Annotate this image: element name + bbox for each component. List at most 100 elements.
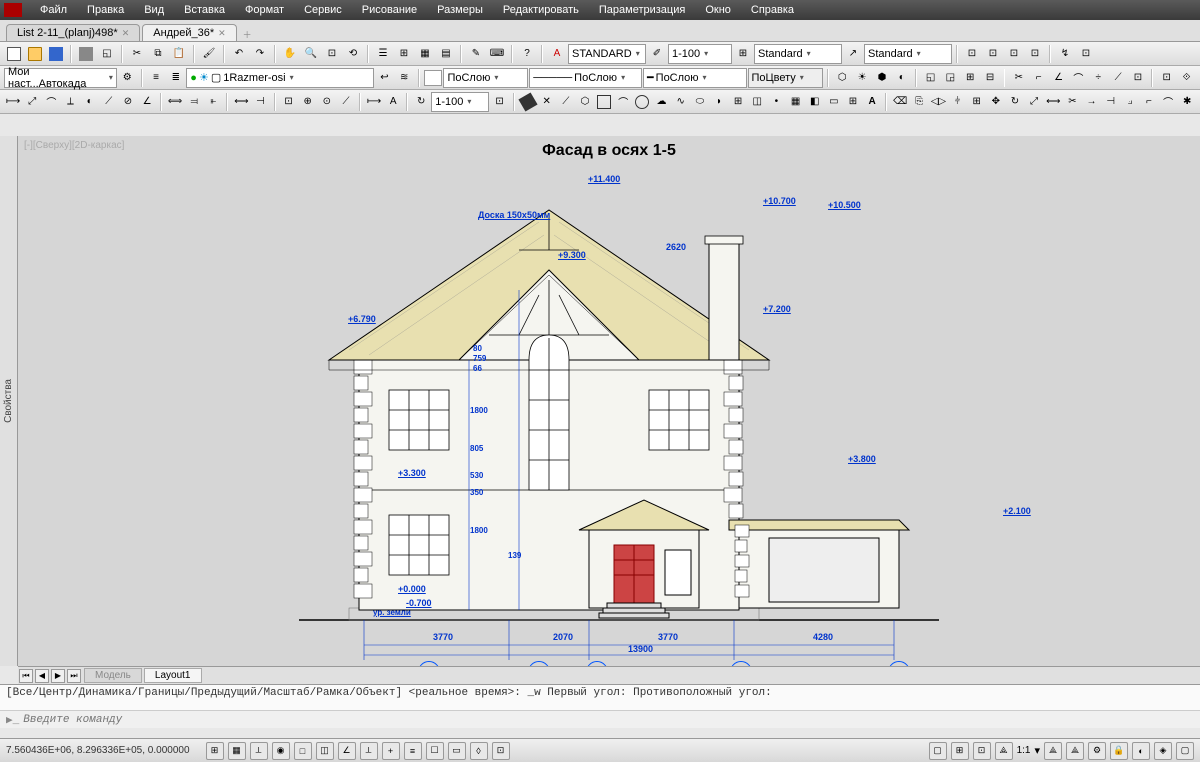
text-style-dropdown[interactable]: STANDARD xyxy=(568,44,646,64)
workspace-dropdown[interactable]: Мои наст...Автокада xyxy=(4,68,117,88)
quickcalc-button[interactable]: ⌨ xyxy=(487,44,507,64)
dim-diameter-button[interactable]: ⊘ xyxy=(119,92,137,112)
menu-insert[interactable]: Вставка xyxy=(174,4,235,16)
annotation-visibility-button[interactable]: ⟁ xyxy=(1044,742,1062,760)
centermark-button[interactable]: ⊕ xyxy=(299,92,317,112)
dim-break-button[interactable]: ⊣ xyxy=(251,92,269,112)
qp-toggle[interactable]: ▭ xyxy=(448,742,466,760)
render-btn-3[interactable]: ⬢ xyxy=(873,68,892,88)
modify-btn-1[interactable]: ◱ xyxy=(921,68,940,88)
dim-angular-button[interactable]: ∠ xyxy=(138,92,156,112)
array-button[interactable]: ⊞ xyxy=(968,92,986,112)
undo-button[interactable]: ↶ xyxy=(229,44,249,64)
stretch-button[interactable]: ⟷ xyxy=(1044,92,1062,112)
menu-format[interactable]: Формат xyxy=(235,4,294,16)
dim-ordinate-button[interactable]: ⟂ xyxy=(61,92,79,112)
rotate-button[interactable]: ↻ xyxy=(1006,92,1024,112)
erase-button[interactable]: ⌫ xyxy=(891,92,909,112)
qv-drawings-button[interactable]: ⊡ xyxy=(973,742,991,760)
isolate-objects-button[interactable]: ◈ xyxy=(1154,742,1172,760)
copy-obj-button[interactable]: ⎘ xyxy=(910,92,928,112)
markup-button[interactable]: ✎ xyxy=(466,44,486,64)
tab-layout1[interactable]: Layout1 xyxy=(144,668,202,683)
insert-button[interactable]: ⊞ xyxy=(729,92,747,112)
chamfer-button[interactable]: ⌐ xyxy=(1140,92,1158,112)
tpy-toggle[interactable]: ☐ xyxy=(426,742,444,760)
properties-button[interactable]: ☰ xyxy=(373,44,393,64)
pline-button[interactable]: ⟋ xyxy=(557,92,575,112)
layer-states-button[interactable]: ≣ xyxy=(166,68,185,88)
design-center-button[interactable]: ⊞ xyxy=(394,44,414,64)
workspace-switching-button[interactable]: ⚙ xyxy=(1088,742,1106,760)
layer-props-button[interactable]: ≡ xyxy=(147,68,166,88)
dim-style-icon[interactable]: ✐ xyxy=(647,44,667,64)
trim-button[interactable]: ✂ xyxy=(1063,92,1081,112)
dimstyle-button[interactable]: ⊡ xyxy=(490,92,508,112)
tb-btn-c[interactable]: ⊡ xyxy=(1004,44,1024,64)
sheet-set-button[interactable]: ▤ xyxy=(436,44,456,64)
point-button[interactable]: • xyxy=(767,92,785,112)
toolbar-lock-button[interactable]: 🔒 xyxy=(1110,742,1128,760)
region-button[interactable]: ▭ xyxy=(825,92,843,112)
clean-screen-button[interactable]: ▢ xyxy=(1176,742,1194,760)
render-btn-1[interactable]: ⬡ xyxy=(833,68,852,88)
block-button[interactable]: ◫ xyxy=(748,92,766,112)
pan-button[interactable]: ✋ xyxy=(280,44,300,64)
sc-toggle[interactable]: ◊ xyxy=(470,742,488,760)
drawing-viewport[interactable]: [-][Сверху][2D-каркас] Фасад в осях 1-5 xyxy=(18,136,1200,666)
osnap-toggle[interactable]: □ xyxy=(294,742,312,760)
ellipse-button[interactable]: ⬭ xyxy=(691,92,709,112)
tb-btn-e[interactable]: ↯ xyxy=(1055,44,1075,64)
join-button[interactable]: ⟓ xyxy=(1121,92,1139,112)
lwt-toggle[interactable]: ≡ xyxy=(404,742,422,760)
menu-dimensions[interactable]: Размеры xyxy=(427,4,493,16)
dim-space-button[interactable]: ⟷ xyxy=(232,92,250,112)
offset-button[interactable]: ⫩ xyxy=(948,92,966,112)
grid-toggle[interactable]: ▦ xyxy=(228,742,246,760)
table-button[interactable]: ⊞ xyxy=(844,92,862,112)
annotation-scale[interactable]: 1:1 xyxy=(1017,745,1031,756)
redo-button[interactable]: ↷ xyxy=(250,44,270,64)
save-button[interactable] xyxy=(46,44,66,64)
extend-button[interactable]: → xyxy=(1082,92,1100,112)
render-btn-2[interactable]: ☀ xyxy=(853,68,872,88)
close-icon[interactable]: ✕ xyxy=(122,28,130,39)
zoom-button[interactable]: 🔍 xyxy=(301,44,321,64)
explode-button[interactable]: ✱ xyxy=(1178,92,1196,112)
menu-file[interactable]: Файл xyxy=(30,4,77,16)
dim-arc-button[interactable]: ⌒ xyxy=(42,92,60,112)
tb-btn-d[interactable]: ⊡ xyxy=(1025,44,1045,64)
3dosnap-toggle[interactable]: ◫ xyxy=(316,742,334,760)
polygon-button[interactable]: ⬡ xyxy=(576,92,594,112)
lineweight-dropdown[interactable]: ━ ПоСлою xyxy=(643,68,746,88)
help-button[interactable]: ? xyxy=(517,44,537,64)
menu-view[interactable]: Вид xyxy=(134,4,174,16)
modify-btn-3[interactable]: ⊞ xyxy=(961,68,980,88)
ducs-toggle[interactable]: ⟂ xyxy=(360,742,378,760)
tolerance-button[interactable]: ⊡ xyxy=(280,92,298,112)
annotation-scale-icon[interactable]: ⟁ xyxy=(995,742,1013,760)
menu-draw[interactable]: Рисование xyxy=(352,4,427,16)
modify-btn-7[interactable]: ∠ xyxy=(1049,68,1068,88)
mleader-style-dropdown[interactable]: Standard xyxy=(864,44,952,64)
hardware-accel-button[interactable]: ◐ xyxy=(1132,742,1150,760)
match-props-button[interactable]: 🖌 xyxy=(199,44,219,64)
linetype-dropdown[interactable]: ───── ПоСлою xyxy=(529,68,642,88)
viewport-label[interactable]: [-][Сверху][2D-каркас] xyxy=(24,140,124,151)
table-style-dropdown[interactable]: Standard xyxy=(754,44,842,64)
arc-button[interactable]: ⌒ xyxy=(614,92,632,112)
color-dropdown[interactable]: ПоСлою xyxy=(443,68,528,88)
modify-btn-11[interactable]: ⊡ xyxy=(1129,68,1148,88)
modify-btn-2[interactable]: ◲ xyxy=(941,68,960,88)
cut-button[interactable]: ✂ xyxy=(127,44,147,64)
tool-palettes-button[interactable]: ▦ xyxy=(415,44,435,64)
ellipse-arc-button[interactable]: ◗ xyxy=(710,92,728,112)
render-btn-4[interactable]: ◐ xyxy=(892,68,911,88)
tb-btn-a[interactable]: ⊡ xyxy=(962,44,982,64)
modify-btn-10[interactable]: ⟋ xyxy=(1109,68,1128,88)
zoom-previous-button[interactable]: ⟲ xyxy=(343,44,363,64)
circle-button[interactable] xyxy=(633,92,651,112)
revcloud-button[interactable]: ☁ xyxy=(652,92,670,112)
mtext-button[interactable]: A xyxy=(863,92,881,112)
menu-service[interactable]: Сервис xyxy=(294,4,352,16)
